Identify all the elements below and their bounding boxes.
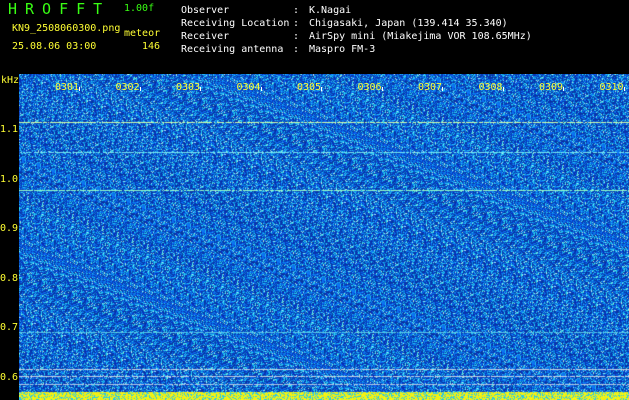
x-tick-mark: [623, 87, 625, 91]
y-tick-label: 0.9: [0, 223, 19, 234]
info-value: Maspro FM-3: [309, 44, 376, 55]
x-tick-mark: [502, 87, 504, 91]
x-tick-label: 0310: [599, 82, 624, 93]
app-title: HROFFT: [8, 0, 111, 18]
x-tick-mark: [381, 87, 383, 91]
y-tick-label: 1.1: [0, 124, 19, 135]
x-tick-label: 0301: [55, 82, 80, 93]
x-tick-label: 0302: [115, 82, 140, 93]
info-value: Chigasaki, Japan (139.414 35.340): [309, 18, 508, 29]
info-value: K.Nagai: [309, 5, 352, 16]
file-name: KN9_2508060300.png: [12, 23, 121, 34]
info-key: Observer: [181, 5, 230, 16]
info-row-antenna: Receiving antenna: Maspro FM-3: [181, 44, 376, 55]
x-tick-mark: [139, 87, 141, 91]
x-tick-label: 0308: [478, 82, 503, 93]
x-tick-mark: [321, 87, 322, 91]
y-tick-label: 0.6: [0, 372, 19, 383]
x-tick-mark: [79, 87, 80, 91]
x-tick-mark: [563, 87, 564, 91]
date-time: 25.08.06 03:00: [12, 41, 97, 52]
info-key: Receiver: [181, 31, 230, 42]
info-row-observer: Observer: K.Nagai: [181, 5, 352, 16]
meteor-label: meteor: [124, 28, 161, 39]
x-tick-mark: [200, 87, 201, 91]
info-value: AirSpy mini (Miakejima VOR 108.65MHz): [309, 31, 532, 42]
station-info: Observer: K.Nagai Receiving Location: Chig…: [181, 4, 532, 56]
info-row-location: Receiving Location: Chigasaki, Japan (139…: [181, 18, 508, 29]
y-tick-label: 1.0: [0, 174, 19, 185]
info-key: Receiving Location: [181, 18, 290, 29]
info-row-receiver: Receiver: AirSpy mini (Miakejima VOR 108.…: [181, 31, 532, 42]
y-tick-label: 0.8: [0, 273, 19, 284]
spectrogram-canvas: [19, 74, 629, 400]
y-tick-label: 0.7: [0, 322, 19, 333]
info-key: Receiving antenna: [181, 44, 284, 55]
x-tick-label: 0306: [357, 82, 382, 93]
x-tick-label: 0309: [539, 82, 564, 93]
y-axis-unit: kHz: [1, 75, 20, 86]
meteor-count: 146: [142, 41, 161, 52]
x-tick-label: 0307: [418, 82, 443, 93]
x-tick-label: 0303: [176, 82, 201, 93]
version-label: 1.00f: [124, 3, 155, 14]
x-tick-label: 0305: [297, 82, 322, 93]
x-tick-mark: [442, 87, 443, 91]
x-tick-mark: [260, 87, 262, 91]
x-tick-label: 0304: [236, 82, 261, 93]
y-axis: [0, 74, 19, 400]
header-panel: HROFFT 1.00f KN9_2508060300.png meteor 2…: [0, 0, 629, 74]
spectrogram-plot: [19, 74, 629, 400]
